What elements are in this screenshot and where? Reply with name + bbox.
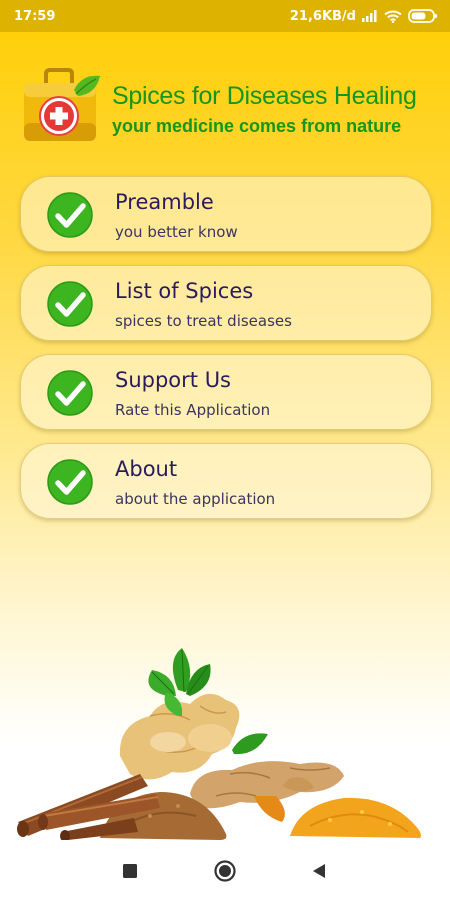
app-header: Spices for Diseases Healing your medicin…: [22, 68, 442, 148]
menu-item-subtitle: Rate this Application: [115, 401, 271, 419]
menu-item-title: List of Spices: [115, 279, 254, 303]
battery-icon: [408, 9, 437, 23]
check-icon: [47, 281, 93, 327]
triangle-back-icon: [313, 864, 325, 878]
menu-item-list-of-spices[interactable]: List of Spices spices to treat diseases: [20, 265, 432, 341]
wifi-icon: [384, 10, 402, 23]
menu-item-subtitle: you better know: [115, 223, 238, 241]
medical-bag-icon: [24, 68, 100, 141]
menu-item-title: About: [115, 457, 178, 481]
spices-illustration: [17, 648, 421, 840]
menu-item-subtitle: about the application: [115, 490, 276, 508]
menu-item-title: Preamble: [115, 190, 214, 214]
main-menu: Preamble you better know List of Spices …: [20, 176, 432, 532]
check-icon: [47, 459, 93, 505]
square-icon: [123, 864, 137, 878]
app-title: Spices for Diseases Healing: [112, 82, 417, 110]
turmeric-powder-illustration: [290, 797, 421, 838]
main-screen: Spices for Diseases Healing your medicin…: [0, 32, 450, 840]
status-time: 17:59: [14, 8, 56, 24]
navigation-bar: [0, 840, 450, 900]
menu-item-subtitle: spices to treat diseases: [115, 312, 292, 330]
status-bar: 17:59 21,6KB/d: [0, 0, 450, 32]
network-speed: 21,6KB/d: [289, 8, 356, 24]
back-button[interactable]: [310, 862, 328, 880]
menu-item-about[interactable]: About about the application: [20, 443, 432, 519]
check-icon: [47, 370, 93, 416]
menu-item-title: Support Us: [115, 368, 232, 392]
circle-icon: [214, 860, 236, 882]
check-icon: [47, 192, 93, 238]
recents-button[interactable]: [121, 862, 139, 880]
app-subtitle: your medicine comes from nature: [112, 116, 402, 136]
home-button[interactable]: [214, 860, 236, 882]
menu-item-preamble[interactable]: Preamble you better know: [20, 176, 432, 252]
signal-icon: [362, 10, 377, 22]
status-icons: 21,6KB/d: [290, 9, 438, 24]
menu-item-support-us[interactable]: Support Us Rate this Application: [20, 354, 432, 430]
